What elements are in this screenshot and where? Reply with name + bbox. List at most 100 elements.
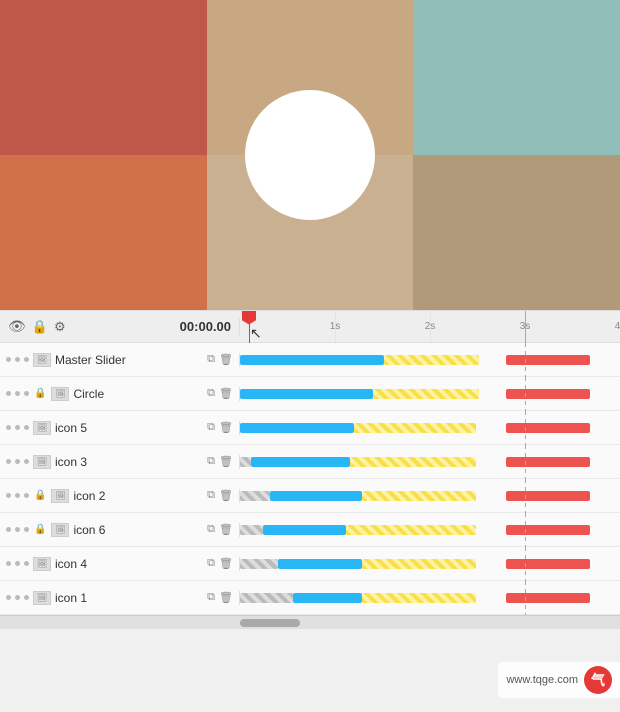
layer-left-icon2: 🔒 🖼 icon 2 ⧉ 🗑 xyxy=(0,489,240,503)
layer-left-icon1: 🖼 icon 1 ⧉ 🗑 xyxy=(0,591,240,605)
dot2 xyxy=(15,459,20,464)
layer-left-icon5: 🖼 icon 5 ⧉ 🗑 xyxy=(0,421,240,435)
layer-row-icon1: 🖼 icon 1 ⧉ 🗑 xyxy=(0,581,620,615)
delete-icon-icon5[interactable]: 🗑 xyxy=(219,421,233,434)
delete-icon-circle[interactable]: 🗑 xyxy=(219,387,233,400)
layer-row-icon4: 🖼 icon 4 ⧉ 🗑 xyxy=(0,547,620,581)
dot3 xyxy=(24,527,29,532)
bar-blue-icon6 xyxy=(263,525,347,535)
preview-cell-5 xyxy=(413,155,620,310)
watermark-text: www.tqge.com xyxy=(506,674,578,686)
bar-blue-icon1 xyxy=(293,593,361,603)
dot1 xyxy=(6,357,11,362)
circle-shape xyxy=(245,90,375,220)
layer-thumb-icon2: 🖼 xyxy=(51,489,69,503)
copy-icon-icon1[interactable]: ⧉ xyxy=(207,591,215,604)
layer-left-icon6: 🔒 🖼 icon 6 ⧉ 🗑 xyxy=(0,523,240,537)
dashed-3s-icon6 xyxy=(525,513,526,547)
layer-row-icon2: 🔒 🖼 icon 2 ⧉ 🗑 xyxy=(0,479,620,513)
dot2 xyxy=(15,391,20,396)
bar-red-icon5 xyxy=(506,423,590,433)
watermark-logo: 气 xyxy=(584,666,612,694)
dot1 xyxy=(6,595,11,600)
copy-icon-icon2[interactable]: ⧉ xyxy=(207,489,215,502)
copy-icon-icon3[interactable]: ⧉ xyxy=(207,455,215,468)
dot3 xyxy=(24,357,29,362)
bar-yellow-icon2 xyxy=(362,491,476,501)
layer-thumb-master-slider: 🖼 xyxy=(33,353,51,367)
track-icon5[interactable] xyxy=(240,411,620,445)
layer-name-icon3: icon 3 xyxy=(55,455,203,469)
layer-actions-master-slider: ⧉ 🗑 xyxy=(207,353,233,366)
track-icon3[interactable] xyxy=(240,445,620,479)
copy-icon-icon6[interactable]: ⧉ xyxy=(207,523,215,536)
bar-gray-icon4 xyxy=(240,559,278,569)
track-icon1[interactable] xyxy=(240,581,620,615)
bar-red-icon6 xyxy=(506,525,590,535)
layer-left-icon4: 🖼 icon 4 ⧉ 🗑 xyxy=(0,557,240,571)
bar-red-icon2 xyxy=(506,491,590,501)
copy-icon-icon5[interactable]: ⧉ xyxy=(207,421,215,434)
bar-blue-icon3 xyxy=(251,457,350,467)
timeline-scrollbar[interactable] xyxy=(0,615,620,629)
bar-red-circle xyxy=(506,389,590,399)
bar-blue-master-slider xyxy=(240,355,384,365)
bar-red-icon1 xyxy=(506,593,590,603)
dashed-3s-icon3 xyxy=(525,445,526,479)
dashed-3s-master-slider xyxy=(525,343,526,377)
delete-icon-master-slider[interactable]: 🗑 xyxy=(219,353,233,366)
layer-row-master-slider: 🖼 Master Slider ⧉ 🗑 xyxy=(0,343,620,377)
delete-icon-icon3[interactable]: 🗑 xyxy=(219,455,233,468)
track-icon6[interactable] xyxy=(240,513,620,547)
layer-actions-icon6: ⧉ 🗑 xyxy=(207,523,233,536)
track-master-slider[interactable] xyxy=(240,343,620,377)
playhead[interactable]: ↖ xyxy=(242,311,256,343)
bar-yellow-icon6 xyxy=(346,525,475,535)
dot2 xyxy=(15,595,20,600)
timeline-controls: 👁 🔒 ⚙ 00:00.00 xyxy=(0,318,240,335)
lock-icon2: 🔒 xyxy=(34,490,46,501)
dashed-3s-icon5 xyxy=(525,411,526,445)
layer-thumb-icon5: 🖼 xyxy=(33,421,51,435)
cursor-arrow: ↖ xyxy=(250,325,262,342)
copy-icon-circle[interactable]: ⧉ xyxy=(207,387,215,400)
visibility-icon[interactable]: 👁 xyxy=(8,318,26,335)
bar-red-master-slider xyxy=(506,355,590,365)
lock-icon[interactable]: 🔒 xyxy=(32,319,48,335)
track-icon4[interactable] xyxy=(240,547,620,581)
layer-name-icon2: icon 2 xyxy=(73,489,203,503)
track-icon2[interactable] xyxy=(240,479,620,513)
dashed-3s-icon2 xyxy=(525,479,526,513)
dot1 xyxy=(6,425,11,430)
layer-name-icon6: icon 6 xyxy=(73,523,203,537)
timeline-ruler[interactable]: ↖ 1s 2s 3s 4s xyxy=(240,311,620,343)
preview-cell-2 xyxy=(413,0,620,155)
bar-yellow-circle xyxy=(373,389,479,399)
delete-icon-icon4[interactable]: 🗑 xyxy=(219,557,233,570)
scrollbar-thumb[interactable] xyxy=(240,619,300,627)
layer-actions-icon2: ⧉ 🗑 xyxy=(207,489,233,502)
delete-icon-icon6[interactable]: 🗑 xyxy=(219,523,233,536)
dot3 xyxy=(24,595,29,600)
layer-actions-icon1: ⧉ 🗑 xyxy=(207,591,233,604)
delete-icon-icon1[interactable]: 🗑 xyxy=(219,591,233,604)
copy-icon-icon4[interactable]: ⧉ xyxy=(207,557,215,570)
dot2 xyxy=(15,357,20,362)
dot1 xyxy=(6,391,11,396)
dot1 xyxy=(6,561,11,566)
dashed-3s-circle xyxy=(525,377,526,411)
layer-row-icon5: 🖼 icon 5 ⧉ 🗑 xyxy=(0,411,620,445)
timeline-panel: 👁 🔒 ⚙ 00:00.00 ↖ 1s 2s 3s 4s xyxy=(0,310,620,629)
bar-blue-icon4 xyxy=(278,559,362,569)
copy-icon-master-slider[interactable]: ⧉ xyxy=(207,353,215,366)
lock-icon6: 🔒 xyxy=(34,524,46,535)
timecode-display: 00:00.00 xyxy=(180,319,231,334)
bar-yellow-master-slider xyxy=(384,355,479,365)
bar-red-icon4 xyxy=(506,559,590,569)
layer-actions-icon5: ⧉ 🗑 xyxy=(207,421,233,434)
bar-gray-icon1 xyxy=(240,593,293,603)
track-circle[interactable] xyxy=(240,377,620,411)
settings-icon[interactable]: ⚙ xyxy=(54,319,66,335)
dot3 xyxy=(24,391,29,396)
delete-icon-icon2[interactable]: 🗑 xyxy=(219,489,233,502)
